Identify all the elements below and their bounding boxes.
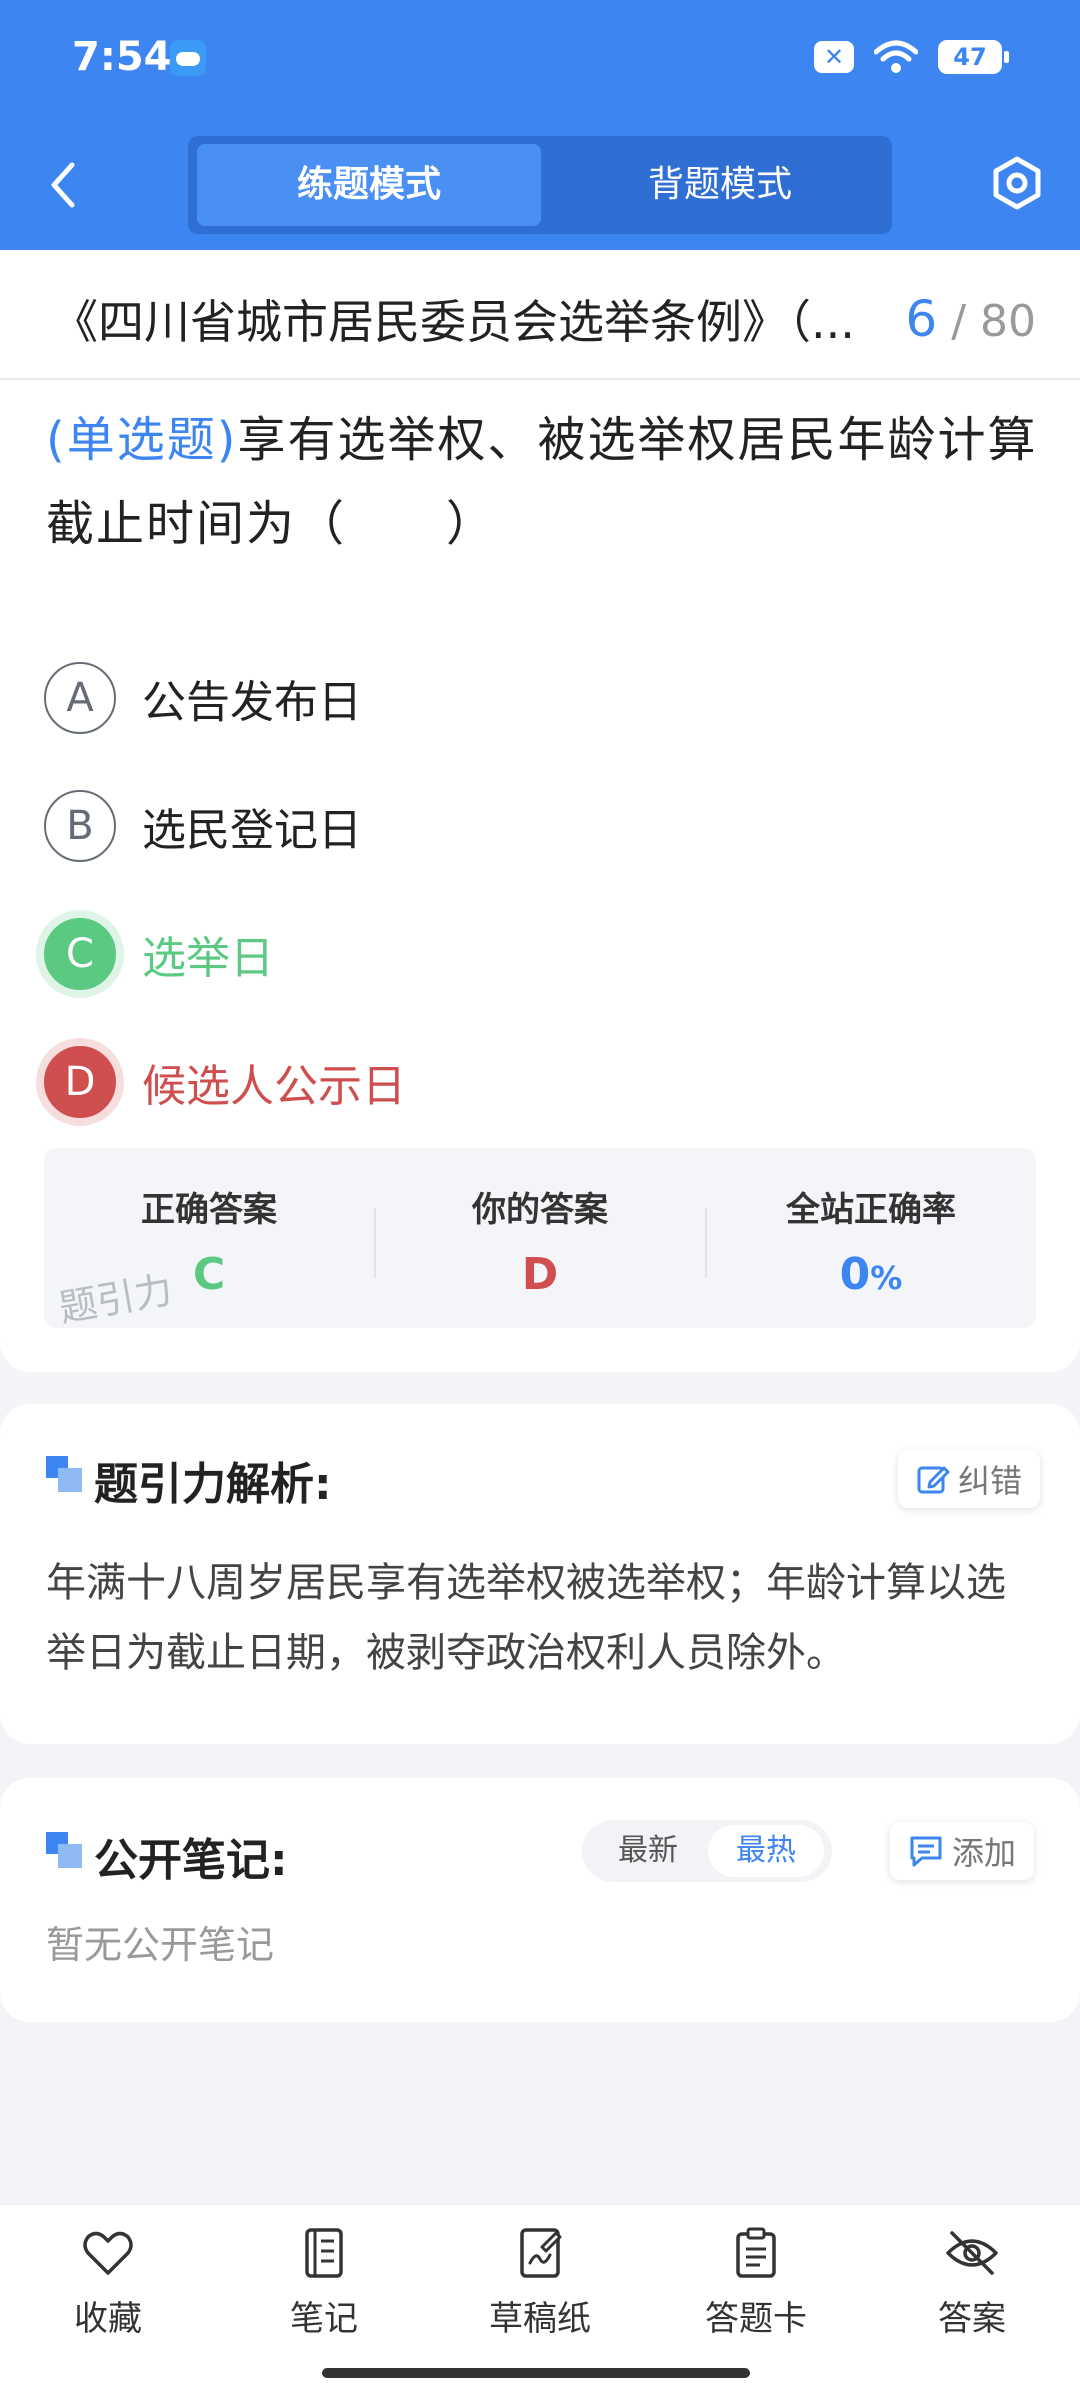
option-b[interactable]: B 选民登记日 bbox=[44, 786, 362, 866]
question-text: (单选题)享有选举权、被选举权居民年龄计算截止时间为（ ） bbox=[46, 398, 1046, 566]
add-note-label: 添加 bbox=[952, 1834, 1017, 1872]
report-error-button[interactable]: 纠错 bbox=[898, 1450, 1041, 1508]
edit-icon bbox=[917, 1466, 950, 1494]
option-letter: A bbox=[44, 662, 116, 734]
option-letter: B bbox=[44, 790, 116, 862]
question-title-row: 《四川省城市居民委员会选举条例》（... 6 / 80 bbox=[0, 250, 1080, 380]
site-accuracy-label: 全站正确率 bbox=[786, 1190, 956, 1230]
eye-off-icon bbox=[946, 2231, 998, 2275]
sort-latest[interactable]: 最新 bbox=[590, 1825, 706, 1877]
nav-favorite[interactable]: 收藏 bbox=[28, 2225, 188, 2340]
nav-draft-paper[interactable]: 草稿纸 bbox=[460, 2225, 620, 2340]
report-error-label: 纠错 bbox=[958, 1462, 1023, 1500]
option-letter: C bbox=[44, 918, 116, 990]
comment-icon bbox=[910, 1836, 942, 1867]
analysis-title: 题引力解析: bbox=[94, 1459, 332, 1510]
notes-sort-toggle: 最新 最热 bbox=[582, 1820, 832, 1882]
option-text: 公告发布日 bbox=[142, 677, 362, 728]
your-answer-column: 你的答案 D bbox=[375, 1148, 705, 1328]
nav-answer-sheet[interactable]: 答题卡 bbox=[676, 2225, 836, 2340]
notebook-icon bbox=[305, 2228, 343, 2278]
heart-icon bbox=[83, 2231, 133, 2275]
draft-icon bbox=[520, 2228, 562, 2278]
settings-hexagon-icon[interactable] bbox=[990, 155, 1044, 211]
nav-label: 答题卡 bbox=[705, 2299, 807, 2339]
question-progress: 6 / 80 bbox=[905, 290, 1036, 348]
notes-title: 公开笔记: bbox=[94, 1835, 288, 1886]
nav-label: 笔记 bbox=[290, 2299, 358, 2339]
current-question-number: 6 bbox=[905, 290, 938, 348]
top-header: 7:54 ✕ 47 练题模式 背题模式 bbox=[0, 0, 1080, 250]
add-note-button[interactable]: 添加 bbox=[890, 1822, 1035, 1880]
wifi-icon bbox=[874, 40, 918, 73]
weather-icon bbox=[170, 40, 206, 76]
your-answer-value: D bbox=[521, 1249, 559, 1300]
battery-indicator: 47 bbox=[938, 40, 1009, 74]
notes-empty-text: 暂无公开笔记 bbox=[46, 1923, 275, 1967]
option-text: 选民登记日 bbox=[142, 805, 362, 856]
correct-answer-label: 正确答案 bbox=[141, 1190, 277, 1230]
answer-summary: 正确答案 C 你的答案 D 全站正确率 0% 题引力 bbox=[44, 1148, 1036, 1331]
option-text: 候选人公示日 bbox=[142, 1061, 406, 1112]
nav-answer[interactable]: 答案 bbox=[892, 2225, 1052, 2340]
mode-toggle: 练题模式 背题模式 bbox=[188, 136, 892, 234]
section-square-icon bbox=[46, 1832, 82, 1868]
question-type: (单选题) bbox=[46, 412, 238, 468]
notification-x-icon: ✕ bbox=[814, 41, 854, 73]
option-letter: D bbox=[44, 1046, 116, 1118]
accuracy-column: 全站正确率 0% bbox=[706, 1148, 1036, 1328]
accuracy-number: 0 bbox=[839, 1249, 871, 1300]
exam-title: 《四川省城市居民委员会选举条例》（... bbox=[52, 295, 855, 349]
your-answer-label: 你的答案 bbox=[472, 1190, 608, 1230]
notes-card: 公开笔记: 最新 最热 添加 暂无公开笔记 bbox=[0, 1778, 1080, 2022]
option-d[interactable]: D 候选人公示日 bbox=[44, 1042, 406, 1122]
tab-practice-mode[interactable]: 练题模式 bbox=[197, 144, 541, 226]
option-a[interactable]: A 公告发布日 bbox=[44, 658, 362, 738]
option-c[interactable]: C 选举日 bbox=[44, 914, 274, 994]
analysis-text: 年满十八周岁居民享有选举权被选举权；年龄计算以选举日为截止日期，被剥夺政治权利人… bbox=[46, 1560, 1006, 1676]
back-arrow-icon[interactable] bbox=[44, 157, 84, 213]
status-icons: ✕ 47 bbox=[814, 40, 1009, 74]
total-question-count: / 80 bbox=[951, 296, 1036, 347]
nav-label: 草稿纸 bbox=[489, 2299, 591, 2339]
option-text: 选举日 bbox=[142, 933, 274, 984]
nav-notes[interactable]: 笔记 bbox=[244, 2225, 404, 2340]
nav-label: 答案 bbox=[938, 2299, 1006, 2339]
section-square-icon bbox=[46, 1456, 82, 1492]
tab-memorize-mode[interactable]: 背题模式 bbox=[548, 144, 892, 226]
answer-sheet-icon bbox=[736, 2227, 776, 2278]
accuracy-unit: % bbox=[870, 1259, 903, 1297]
nav-label: 收藏 bbox=[74, 2299, 142, 2339]
sort-hot[interactable]: 最热 bbox=[708, 1825, 824, 1877]
question-card: 《四川省城市居民委员会选举条例》（... 6 / 80 (单选题)享有选举权、被… bbox=[0, 250, 1080, 1372]
home-indicator bbox=[322, 2368, 750, 2378]
site-accuracy-value: 0% bbox=[706, 1249, 1036, 1300]
status-time: 7:54 bbox=[72, 34, 172, 80]
analysis-card: 题引力解析: 纠错 年满十八周岁居民享有选举权被选举权；年龄计算以选举日为截止日… bbox=[0, 1404, 1080, 1744]
